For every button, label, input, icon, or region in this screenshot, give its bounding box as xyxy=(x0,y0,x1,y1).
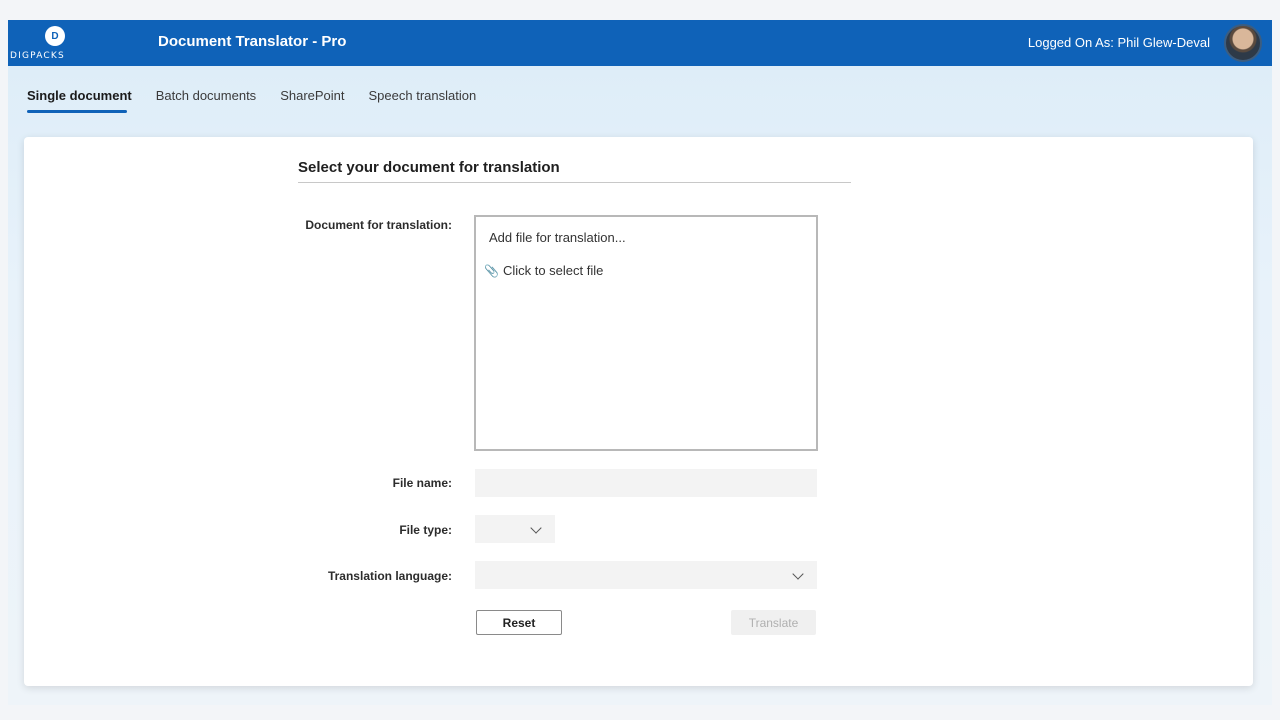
select-file-link[interactable]: 📎 Click to select file xyxy=(484,263,603,278)
user-avatar[interactable] xyxy=(1224,24,1262,62)
top-bar: D DIGPACKS Document Translator - Pro Log… xyxy=(8,20,1272,66)
select-file-label: Click to select file xyxy=(502,263,604,278)
file-dropzone[interactable]: Add file for translation... 📎 Click to s… xyxy=(474,215,818,451)
logged-on-user: Logged On As: Phil Glew-Deval xyxy=(1027,35,1210,50)
translation-form-card: Select your document for translation Doc… xyxy=(24,137,1253,686)
document-label: Document for translation: xyxy=(305,218,452,232)
file-name-label: File name: xyxy=(392,476,452,490)
reset-button[interactable]: Reset xyxy=(476,610,562,635)
tab-single-document[interactable]: Single document xyxy=(27,88,144,113)
file-type-select[interactable] xyxy=(475,515,555,543)
tab-bar: Single document Batch documents SharePoi… xyxy=(27,88,500,113)
logo-mark-icon: D xyxy=(45,26,65,46)
app-window: D DIGPACKS Document Translator - Pro Log… xyxy=(8,20,1272,705)
file-name-field[interactable] xyxy=(475,469,817,497)
digpacks-logo[interactable]: D DIGPACKS xyxy=(8,20,100,66)
translate-button[interactable]: Translate xyxy=(731,610,816,635)
tab-batch-documents[interactable]: Batch documents xyxy=(156,88,268,113)
translation-language-label: Translation language: xyxy=(327,569,452,583)
paperclip-icon: 📎 xyxy=(484,263,499,278)
app-title: Document Translator - Pro xyxy=(158,33,347,50)
logo-text: DIGPACKS xyxy=(10,51,65,61)
dropzone-title: Add file for translation... xyxy=(489,230,626,245)
tab-speech-translation[interactable]: Speech translation xyxy=(369,88,489,113)
section-title: Select your document for translation xyxy=(298,159,851,183)
file-type-label: File type: xyxy=(399,523,452,537)
translation-language-select[interactable] xyxy=(475,561,817,589)
tab-sharepoint[interactable]: SharePoint xyxy=(280,88,356,113)
